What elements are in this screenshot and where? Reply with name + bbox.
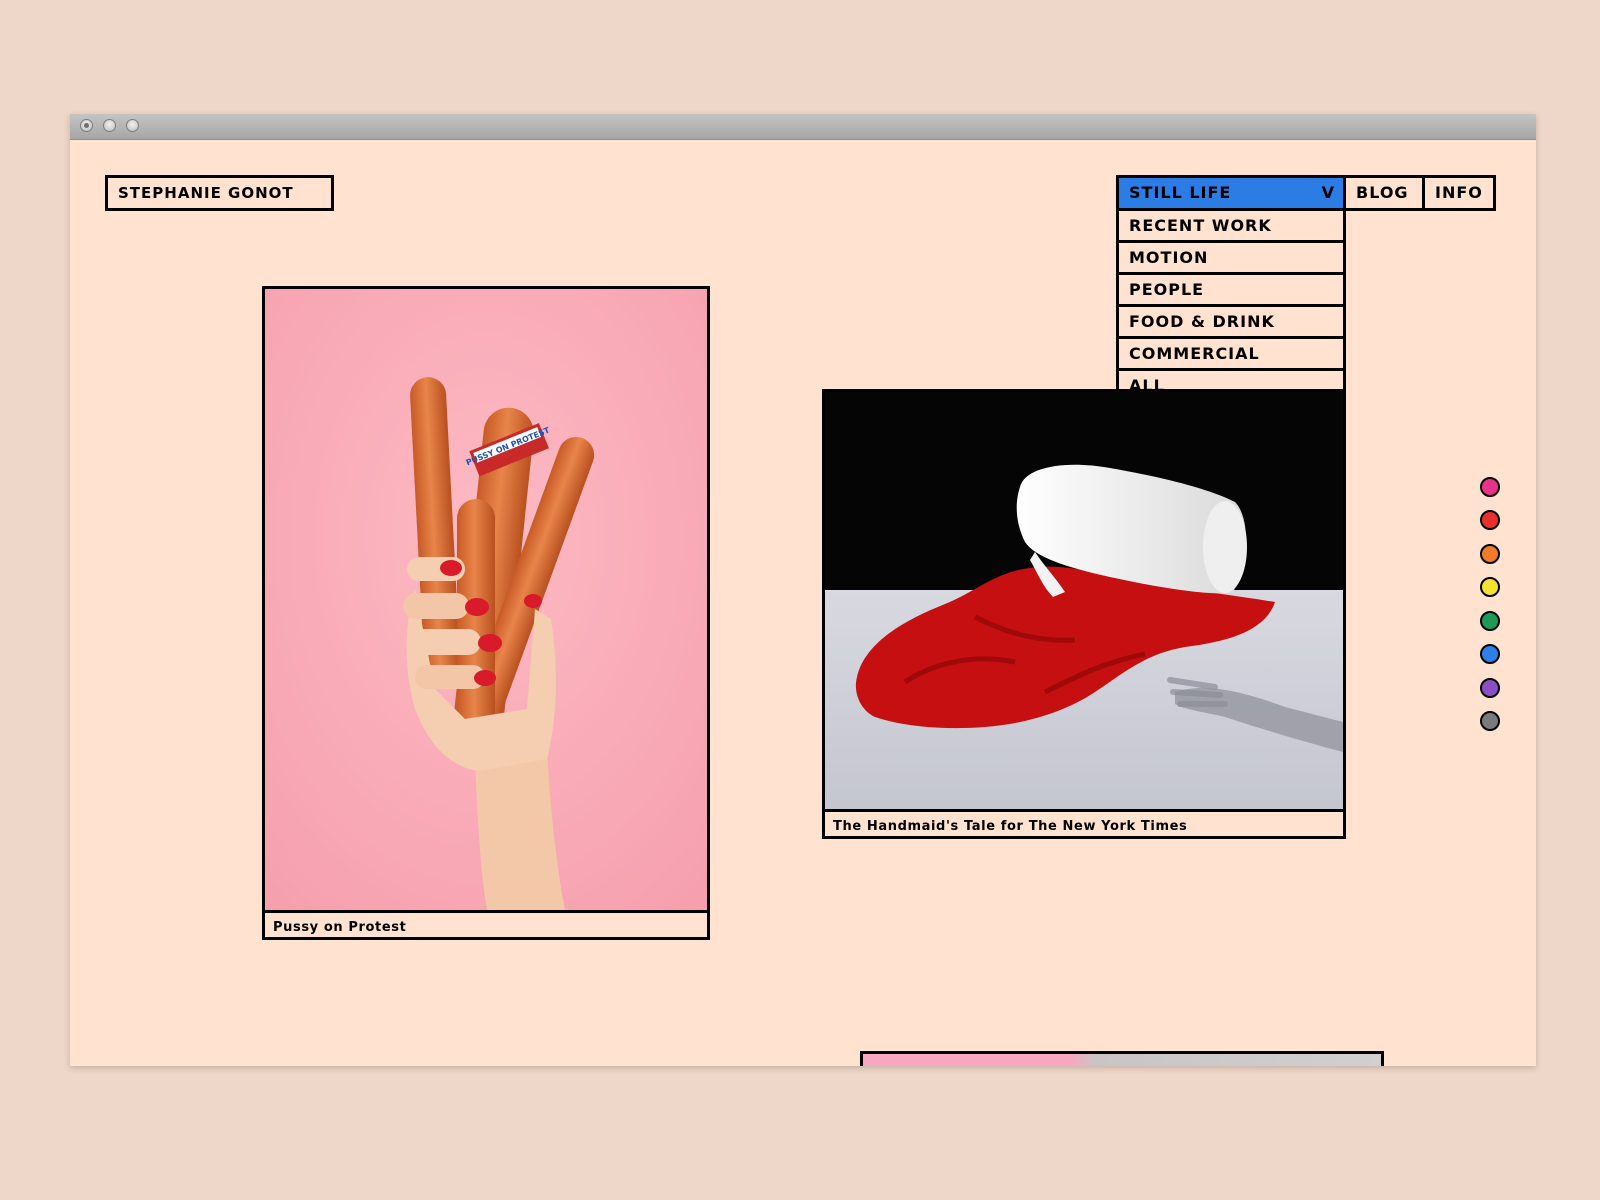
project-card-pussy-on-protest[interactable]: PUSSY ON PROTEST Pussy on Protest	[262, 286, 710, 940]
window-titlebar	[70, 114, 1536, 140]
project-caption: Pussy on Protest	[273, 920, 407, 935]
nav-info-link[interactable]: INFO	[1422, 175, 1496, 211]
filter-dot-orange[interactable]	[1480, 544, 1500, 564]
filter-dot-red[interactable]	[1480, 510, 1500, 530]
filter-dot-yellow[interactable]	[1480, 577, 1500, 597]
nav-still-life-dropdown[interactable]: STILL LIFE V	[1116, 175, 1346, 211]
site-logo[interactable]: STEPHANIE GONOT	[105, 175, 334, 211]
filter-dot-pink[interactable]	[1480, 477, 1500, 497]
maximize-window-button[interactable]	[126, 119, 139, 132]
nav-blog-link[interactable]: BLOG	[1343, 175, 1425, 211]
menu-item-food-drink[interactable]: FOOD & DRINK	[1116, 304, 1346, 339]
project-photo-hotdogs[interactable]: PUSSY ON PROTEST	[265, 289, 707, 913]
chevron-down-icon: V	[1321, 183, 1335, 202]
filter-dot-blue[interactable]	[1480, 644, 1500, 664]
menu-item-commercial[interactable]: COMMERCIAL	[1116, 336, 1346, 371]
browser-window: STEPHANIE GONOT STILL LIFE V BLOG INFO R…	[70, 114, 1536, 1066]
menu-item-people[interactable]: PEOPLE	[1116, 272, 1346, 307]
close-window-button[interactable]	[80, 119, 93, 132]
project-card-handmaids-tale[interactable]: The Handmaid's Tale for The New York Tim…	[822, 389, 1346, 839]
filter-dot-gray[interactable]	[1480, 711, 1500, 731]
project-photo-handmaid[interactable]	[825, 392, 1343, 812]
minimize-window-button[interactable]	[103, 119, 116, 132]
project-caption: The Handmaid's Tale for The New York Tim…	[833, 819, 1188, 834]
menu-item-recent-work[interactable]: RECENT WORK	[1116, 208, 1346, 243]
project-photo-partial[interactable]	[863, 1054, 1381, 1066]
filter-dot-green[interactable]	[1480, 611, 1500, 631]
filter-dot-purple[interactable]	[1480, 678, 1500, 698]
menu-item-motion[interactable]: MOTION	[1116, 240, 1346, 275]
nav-still-life-label: STILL LIFE	[1129, 183, 1232, 202]
project-card-partial[interactable]	[860, 1051, 1384, 1066]
